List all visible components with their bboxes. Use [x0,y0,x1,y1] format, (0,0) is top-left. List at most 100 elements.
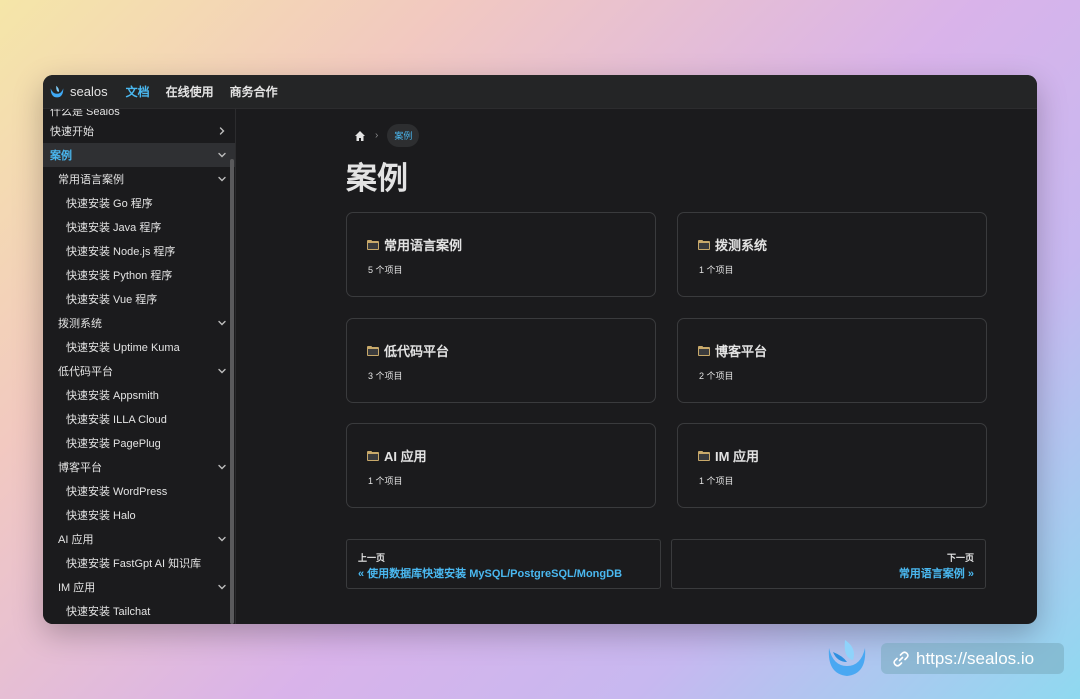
sidebar-item[interactable]: 快速开始 [43,119,235,143]
card-title-text: 常用语言案例 [384,238,463,253]
sidebar-item-label: 快速安装 Vue 程序 [66,294,158,306]
sidebar-item[interactable]: 快速安装 Tailchat [43,599,235,623]
sidebar-item-label: 快速安装 Appsmith [66,390,159,402]
sidebar-item-label: 快速安装 Halo [66,510,136,522]
sidebar-item[interactable]: 快速安装 Appsmith [43,383,235,407]
folder-icon [698,345,710,356]
card-title: AI 应用 [367,446,427,465]
sidebar-item-label: 快速安装 ILLA Cloud [66,414,167,426]
sidebar-item-label: 快速安装 WordPress [66,486,168,498]
card-title-text: 拨测系统 [715,238,768,253]
sidebar-item[interactable]: 案例 [43,143,235,167]
sidebar-item[interactable]: 快速安装 WordPress [43,479,235,503]
card-title: 博客平台 [698,341,767,360]
sidebar-item[interactable]: 快速安装 Uptime Kuma [43,335,235,359]
sidebar-item-label: 快速安装 Go 程序 [66,198,153,210]
chevron-down-icon[interactable] [217,582,227,592]
category-card[interactable]: 拨测系统 1 个项目 [677,212,987,297]
sidebar-item[interactable]: 常用语言案例 [43,167,235,191]
nav-link-docs[interactable]: 文档 [126,83,150,100]
folder-icon [367,345,379,356]
card-title-text: 低代码平台 [384,344,450,359]
sidebar-item[interactable]: 快速安装 Go 程序 [43,191,235,215]
category-card[interactable]: 博客平台 2 个项目 [677,318,987,403]
sidebar-item[interactable]: 快速安装 Java 程序 [43,215,235,239]
chevron-down-icon[interactable] [217,366,227,376]
nav-link-online[interactable]: 在线使用 [166,83,214,100]
next-page-link: 常用语言案例 » [898,568,974,580]
sidebar-item-label: 快速安装 PagePlug [66,438,161,450]
sidebar-item[interactable]: IM 应用 [43,575,235,599]
sidebar-item[interactable]: 拨测系统 [43,311,235,335]
card-title-text: AI 应用 [384,449,427,464]
sidebar-item[interactable]: 低代码平台 [43,359,235,383]
link-icon [893,650,909,667]
chevron-down-icon[interactable] [217,150,227,160]
sidebar-item-label: IM 应用 [58,582,96,594]
card-title-text: 博客平台 [715,344,768,359]
card-count: 1 个项目 [368,476,403,486]
card-title: 拨测系统 [698,235,767,254]
folder-icon [698,239,710,250]
sidebar: 什么是 Sealos 快速开始案例常用语言案例快速安装 Go 程序 快速安装 Jav… [43,109,235,624]
sidebar-item-label: 快速安装 FastGpt AI 知识库 [66,558,202,570]
card-count: 1 个项目 [699,265,734,275]
sidebar-item-label: 快速安装 Java 程序 [66,222,162,234]
breadcrumb: › 案例 [354,124,420,147]
sidebar-item-label: 低代码平台 [58,366,113,378]
category-card[interactable]: AI 应用 1 个项目 [346,423,656,508]
sidebar-item-label: 快速开始 [50,126,94,138]
sidebar-item-label: AI 应用 [58,534,94,546]
browser-window: sealos 文档 在线使用 商务合作 什么是 Sealos 快速开始 案例 常用语言… [43,75,1037,624]
card-count: 3 个项目 [368,371,403,381]
next-page-button[interactable]: 下一页 常用语言案例 » [671,539,986,589]
prev-page-label: 上一页 [358,553,386,563]
sidebar-item[interactable]: 快速安装 PagePlug [43,431,235,455]
card-count: 2 个项目 [699,371,734,381]
page-title: 案例 [346,161,408,196]
sidebar-item[interactable]: AI 应用 [43,527,235,551]
chevron-right-icon[interactable] [217,126,227,136]
chevron-down-icon[interactable] [217,174,227,184]
nav-link-business[interactable]: 商务合作 [230,83,278,100]
folder-icon [698,450,710,461]
card-title: IM 应用 [698,446,759,465]
folder-icon [367,450,379,461]
url-text: https://sealos.io [916,648,1035,668]
sidebar-item[interactable]: 博客平台 [43,455,235,479]
sidebar-item[interactable]: 什么是 Sealos [43,109,235,119]
card-count: 5 个项目 [368,265,403,275]
main-content: › 案例 案例 常用语言案例 5 个项目 拨测系统 1 个项目 低代码平台 3 … [235,109,1037,624]
sidebar-scrollbar[interactable] [230,159,234,624]
chevron-down-icon[interactable] [217,534,227,544]
breadcrumb-separator: › [375,130,379,141]
card-title-text: IM 应用 [715,449,760,464]
sidebar-item-label: 什么是 Sealos [50,109,120,118]
url-badge[interactable]: https://sealos.io [881,643,1064,674]
sidebar-item[interactable]: 快速安装 Vue 程序 [43,287,235,311]
sidebar-item-label: 快速安装 Tailchat [66,606,151,618]
home-icon[interactable] [354,130,366,142]
chevron-down-icon[interactable] [217,318,227,328]
sidebar-item[interactable]: 快速安装 FastGpt AI 知识库 [43,551,235,575]
sidebar-item-label: 常用语言案例 [58,174,124,186]
card-title: 低代码平台 [367,341,449,360]
prev-page-button[interactable]: 上一页 « 使用数据库快速安装 MySQL/PostgreSQL/MongDB [346,539,661,589]
chevron-down-icon[interactable] [217,462,227,472]
prev-page-link: « 使用数据库快速安装 MySQL/PostgreSQL/MongDB [358,568,623,580]
category-card[interactable]: 常用语言案例 5 个项目 [346,212,656,297]
sidebar-item-label: 快速安装 Node.js 程序 [66,246,176,258]
category-card[interactable]: 低代码平台 3 个项目 [346,318,656,403]
sidebar-list: 什么是 Sealos 快速开始案例常用语言案例快速安装 Go 程序 快速安装 Jav… [43,109,235,623]
next-page-label: 下一页 [946,553,974,563]
category-card[interactable]: IM 应用 1 个项目 [677,423,987,508]
sidebar-item[interactable]: 快速安装 Node.js 程序 [43,239,235,263]
card-title: 常用语言案例 [367,235,462,254]
sealos-brand-icon [828,640,866,676]
sidebar-item[interactable]: 快速安装 ILLA Cloud [43,407,235,431]
sidebar-item[interactable]: 快速安装 Halo [43,503,235,527]
top-navbar: sealos 文档 在线使用 商务合作 [43,75,1037,109]
logo[interactable]: sealos [48,83,108,101]
sidebar-item-label: 拨测系统 [58,318,102,330]
sidebar-item[interactable]: 快速安装 Python 程序 [43,263,235,287]
